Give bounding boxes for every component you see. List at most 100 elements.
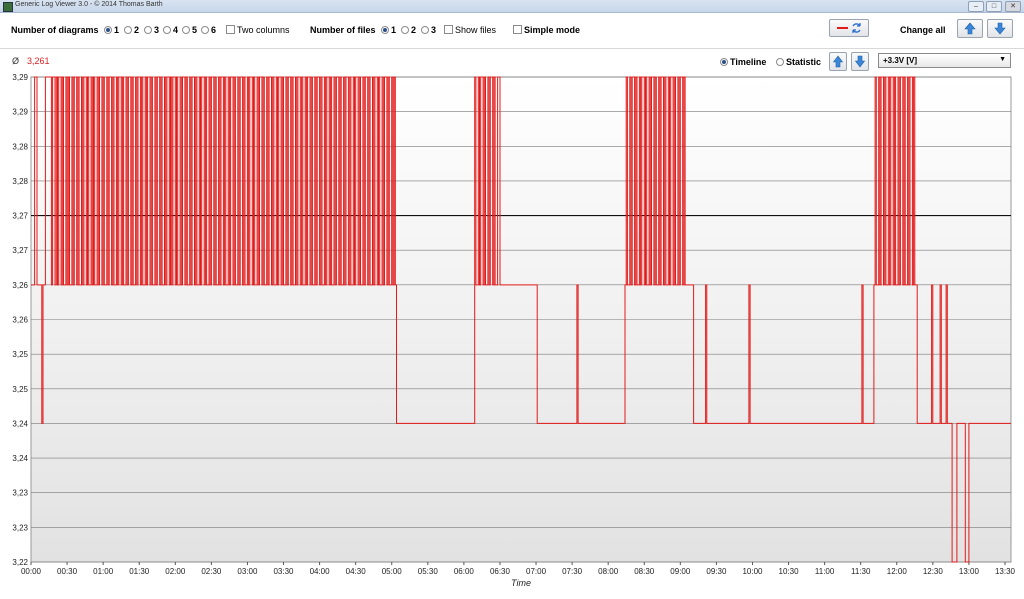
y-tick-label: 3,24: [12, 454, 28, 463]
radio-icon: [201, 26, 209, 34]
show-files-checkbox[interactable]: Show files: [444, 25, 496, 35]
arrow-down-icon: [854, 55, 866, 68]
x-tick-label: 13:30: [995, 567, 1016, 576]
statistic-radio[interactable]: Statistic: [776, 57, 821, 67]
app-icon: [3, 2, 13, 12]
x-tick-label: 02:30: [201, 567, 222, 576]
x-tick-label: 00:00: [21, 567, 42, 576]
diagrams-radio-3[interactable]: 3: [144, 25, 159, 35]
y-axis: 3,22 3,23 3,23 3,24 3,24 3,25 3,25 3,26 3,26 3,27…: [12, 73, 28, 567]
x-tick-label: 03:00: [237, 567, 258, 576]
checkbox-icon: [444, 25, 453, 34]
x-tick-label: 00:30: [57, 567, 78, 576]
y-tick-label: 3,22: [12, 558, 28, 567]
diagram-down-button[interactable]: [851, 52, 869, 71]
radio-icon: [401, 26, 409, 34]
x-tick-label: 05:30: [418, 567, 439, 576]
y-tick-label: 3,28: [12, 177, 28, 186]
average-symbol: Ø: [12, 56, 20, 66]
radio-icon: [182, 26, 190, 34]
x-tick-label: 12:00: [887, 567, 908, 576]
average-value: 3,261: [27, 56, 50, 66]
radio-selected-icon: [381, 26, 389, 34]
diagram-up-button[interactable]: [829, 52, 847, 71]
x-tick-label: 02:00: [165, 567, 186, 576]
x-tick-label: 12:30: [923, 567, 944, 576]
arrow-down-icon: [994, 22, 1006, 35]
y-tick-label: 3,23: [12, 523, 28, 532]
y-tick-label: 3,23: [12, 489, 28, 498]
x-tick-label: 10:30: [779, 567, 800, 576]
x-tick-label: 06:30: [490, 567, 511, 576]
checkbox-icon: [513, 25, 522, 34]
x-axis-label: Time: [511, 578, 531, 588]
toolbar: Number of diagrams 1 2 3 4 5 6 Two colum…: [0, 14, 1024, 48]
x-tick-label: 01:00: [93, 567, 114, 576]
sensor-select-value: +3.3V [V]: [883, 56, 918, 65]
x-tick-label: 11:00: [815, 567, 835, 576]
radio-icon: [776, 58, 784, 66]
two-columns-checkbox[interactable]: Two columns: [226, 25, 290, 35]
arrow-up-icon: [832, 55, 844, 68]
x-tick-label: 10:00: [742, 567, 763, 576]
y-tick-label: 3,24: [12, 419, 28, 428]
radio-icon: [421, 26, 429, 34]
sensor-select[interactable]: +3.3V [V] ▼: [878, 53, 1011, 68]
y-tick-label: 3,25: [12, 385, 28, 394]
timeline-radio[interactable]: Timeline: [720, 57, 766, 67]
diagrams-label: Number of diagrams: [11, 25, 99, 35]
radio-selected-icon: [720, 58, 728, 66]
x-tick-label: 08:00: [598, 567, 619, 576]
radio-selected-icon: [104, 26, 112, 34]
simple-mode-checkbox[interactable]: Simple mode: [513, 25, 580, 35]
diagrams-radio-4[interactable]: 4: [163, 25, 178, 35]
x-tick-label: 06:00: [454, 567, 475, 576]
files-label: Number of files: [310, 25, 376, 35]
y-tick-label: 3,26: [12, 281, 28, 290]
x-tick-label: 13:00: [959, 567, 980, 576]
window-title: Generic Log Viewer 3.0 - © 2014 Thomas B…: [15, 1, 163, 8]
maximize-button[interactable]: □: [986, 1, 1002, 12]
line-color-refresh-button[interactable]: [829, 19, 869, 37]
x-tick-label: 01:30: [129, 567, 150, 576]
x-tick-label: 03:30: [273, 567, 294, 576]
toolbar-divider: [0, 48, 1024, 49]
files-radio-3[interactable]: 3: [421, 25, 436, 35]
y-tick-label: 3,25: [12, 350, 28, 359]
y-tick-label: 3,26: [12, 316, 28, 325]
chevron-down-icon: ▼: [999, 56, 1006, 63]
x-tick-label: 09:30: [706, 567, 727, 576]
y-tick-label: 3,28: [12, 142, 28, 151]
x-tick-label: 07:30: [562, 567, 583, 576]
title-bar: Generic Log Viewer 3.0 - © 2014 Thomas B…: [0, 0, 1024, 13]
x-tick-label: 11:30: [851, 567, 871, 576]
diagrams-radio-5[interactable]: 5: [182, 25, 197, 35]
arrow-up-icon: [964, 22, 976, 35]
diagram-header: Ø 3,261 Timeline Statistic +3.3V [V] ▼: [0, 52, 1024, 72]
change-all-up-button[interactable]: [957, 19, 983, 38]
x-tick-label: 08:30: [634, 567, 655, 576]
minimize-button[interactable]: –: [968, 1, 984, 12]
diagrams-radio-2[interactable]: 2: [124, 25, 139, 35]
line-refresh-icon: [837, 23, 861, 33]
x-tick-label: 09:00: [670, 567, 691, 576]
x-tick-label: 04:00: [310, 567, 331, 576]
radio-icon: [124, 26, 132, 34]
timeline-chart: 3,22 3,23 3,23 3,24 3,24 3,25 3,25 3,26 3,26 3,27…: [12, 73, 1016, 588]
diagrams-radio-6[interactable]: 6: [201, 25, 216, 35]
radio-icon: [163, 26, 171, 34]
x-tick-label: 05:00: [382, 567, 403, 576]
y-tick-label: 3,29: [12, 108, 28, 117]
close-button[interactable]: ✕: [1005, 1, 1021, 12]
x-axis: 00:00 00:30 01:00 01:30 02:00 02:30 03:00 03:30…: [21, 562, 1016, 576]
y-tick-label: 3,27: [12, 212, 28, 221]
x-tick-label: 07:00: [526, 567, 547, 576]
files-radio-2[interactable]: 2: [401, 25, 416, 35]
change-all-label: Change all: [900, 25, 946, 35]
y-tick-label: 3,29: [12, 73, 28, 82]
checkbox-icon: [226, 25, 235, 34]
files-radio-1[interactable]: 1: [381, 25, 396, 35]
change-all-down-button[interactable]: [987, 19, 1013, 38]
diagrams-radio-1[interactable]: 1: [104, 25, 119, 35]
x-tick-label: 04:30: [346, 567, 367, 576]
